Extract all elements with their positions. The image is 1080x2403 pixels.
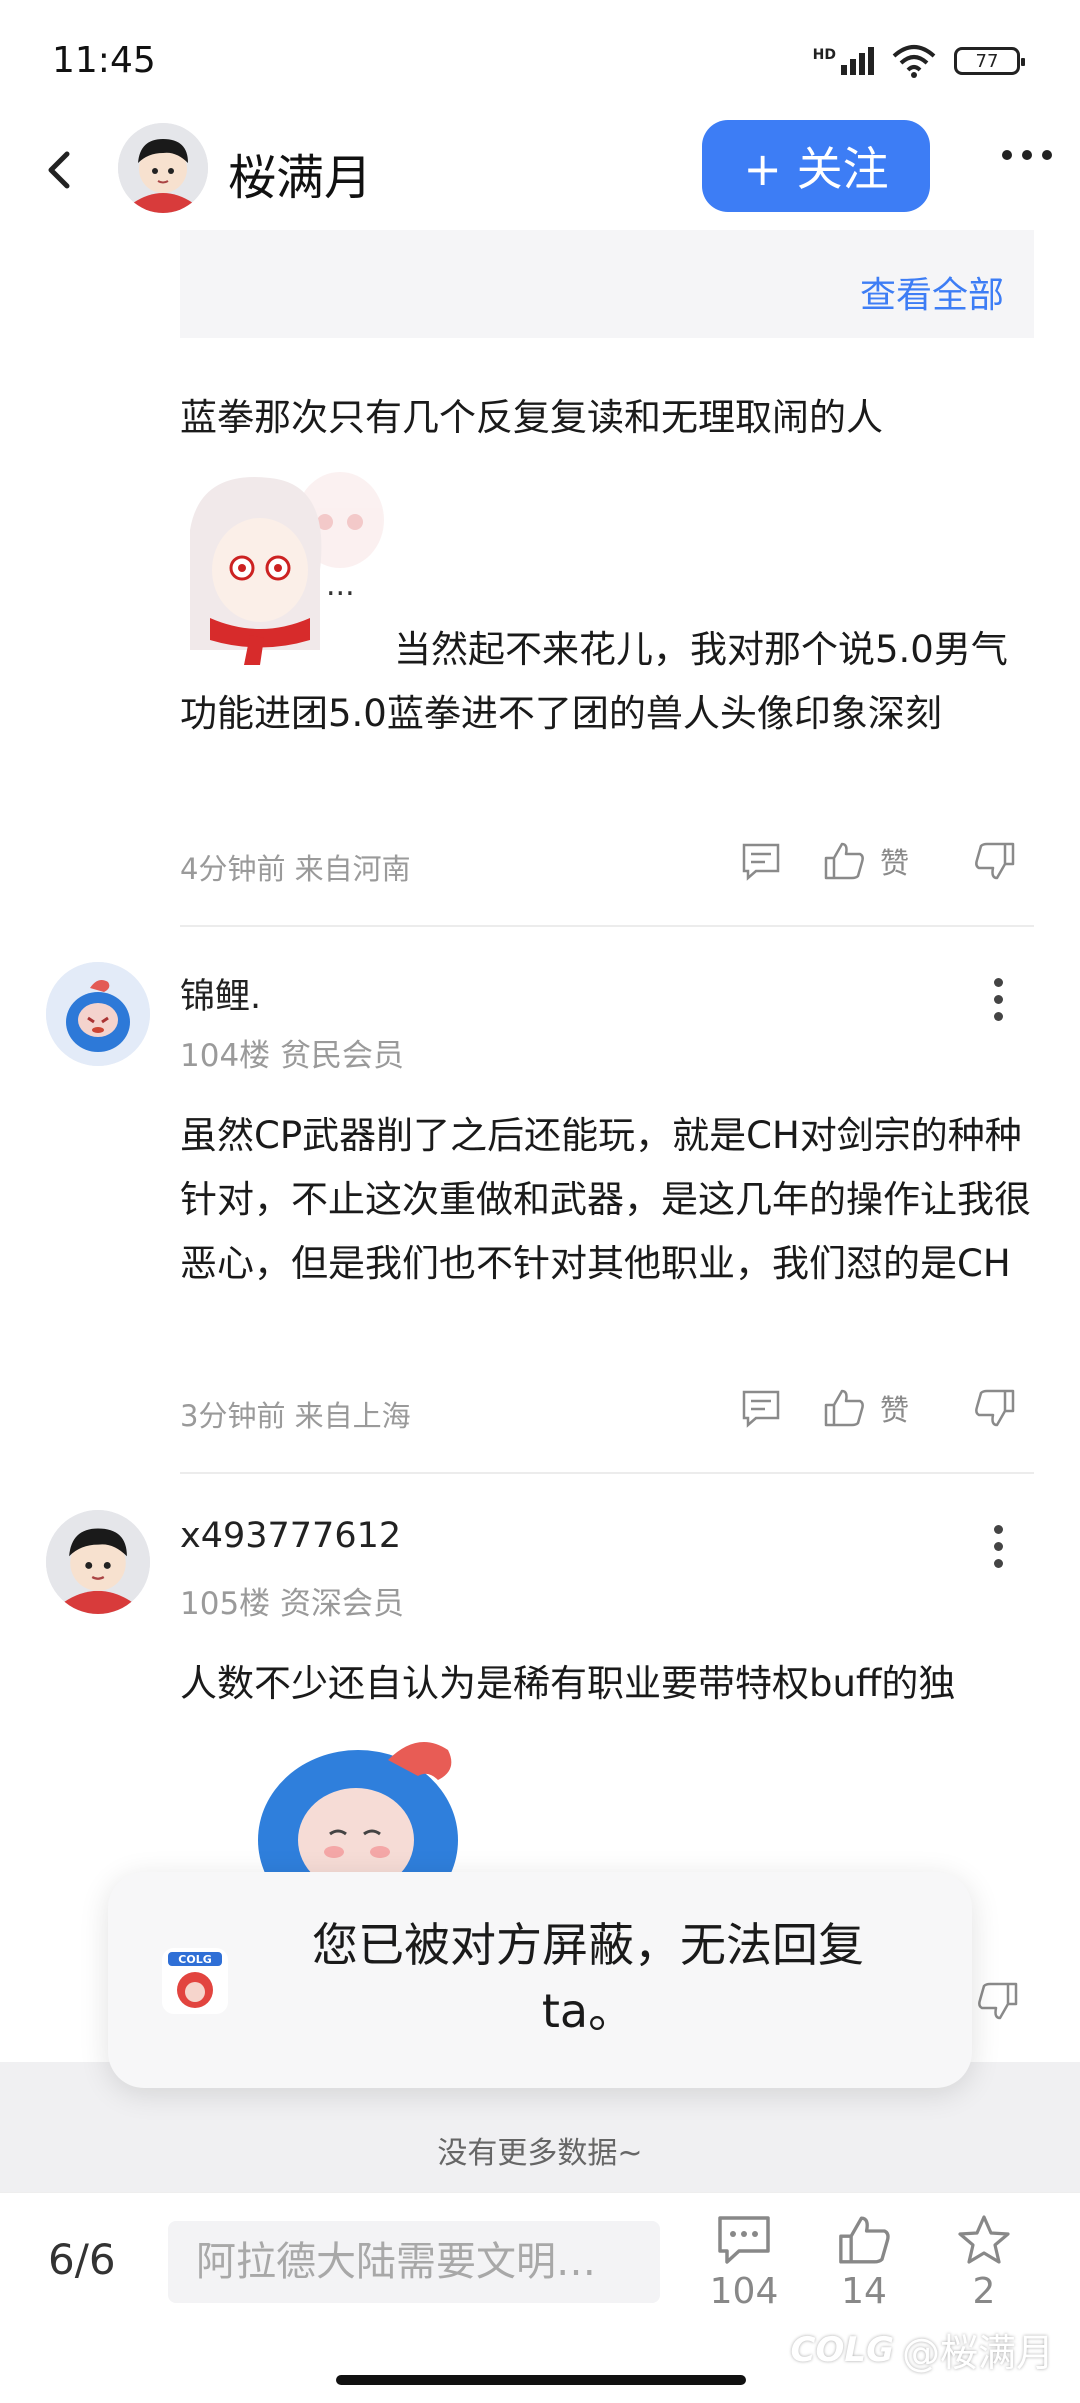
- watermark-brand: COLG: [790, 2329, 894, 2370]
- back-button[interactable]: [30, 140, 90, 200]
- reply-input[interactable]: 阿拉德大陆需要文明…: [168, 2221, 660, 2303]
- view-all-link[interactable]: 查看全部: [860, 266, 1004, 318]
- follow-button[interactable]: + 关注: [702, 120, 930, 212]
- app-icon: COLG: [162, 1948, 228, 2014]
- hd-label: HD: [812, 47, 836, 63]
- dot-icon: [994, 1525, 1003, 1534]
- more-menu-button[interactable]: [1002, 150, 1052, 160]
- like-post-button[interactable]: 14: [814, 2213, 914, 2312]
- status-time: 11:45: [52, 40, 156, 81]
- status-bar: 11:45 HD 77: [0, 0, 1080, 120]
- comments-count: 104: [709, 2271, 779, 2312]
- watermark: COLG @桜满月: [791, 2322, 1054, 2377]
- floor-info: 104楼 贫民会员: [180, 1038, 405, 1074]
- comments-button[interactable]: 104: [694, 2213, 794, 2312]
- divider: [180, 925, 1034, 927]
- avatar-mascot-icon: [46, 962, 150, 1066]
- thumbs-down-icon: [978, 1982, 1018, 2020]
- dislike-button[interactable]: [973, 840, 1017, 882]
- like-button[interactable]: 赞: [822, 840, 909, 882]
- signal-icon: HD: [813, 47, 874, 75]
- dislike-button[interactable]: [973, 1387, 1017, 1429]
- colg-app-icon: COLG: [162, 1948, 228, 2014]
- top-nav: 桜满月 + 关注: [0, 120, 1080, 220]
- sticker-mascot-icon: [258, 1742, 458, 1880]
- comment-actions: 赞: [740, 840, 1017, 882]
- thumbs-up-icon: [824, 1389, 864, 1427]
- like-label: 赞: [880, 846, 910, 880]
- chevron-left-icon: [48, 151, 70, 189]
- thumbs-up-icon: [824, 842, 864, 880]
- comment-body: 当然起不来花儿，我对那个说5.0男气功能进团5.0蓝拳进不了团的兽人头像印象深刻: [180, 628, 1008, 735]
- dot-icon: [994, 1542, 1003, 1551]
- thumbs-down-icon: [975, 1389, 1015, 1427]
- favorite-button[interactable]: 2: [934, 2213, 1034, 2312]
- svg-text:COLG: COLG: [178, 1953, 211, 1966]
- comment-meta: 3分钟前 来自上海: [180, 1399, 411, 1433]
- toast-message: 您已被对方屏蔽，无法回复ta。: [312, 1918, 864, 2038]
- divider: [180, 1472, 1034, 1474]
- comment-text-continued: 当然起不来花儿，我对那个说5.0男气功能进团5.0蓝拳进不了团的兽人头像印象深刻: [180, 618, 1040, 746]
- comment-icon: [742, 843, 780, 881]
- comment-text: 虽然CP武器削了之后还能玩，就是CH对剑宗的种种针对，不止这次重做和武器，是这几…: [180, 1114, 1031, 1285]
- comment-options-button[interactable]: [994, 978, 1003, 1021]
- comment-icon: [718, 2216, 770, 2264]
- no-more-data-text: 没有更多数据~: [437, 2136, 643, 2171]
- thumbs-down-icon: [975, 842, 1015, 880]
- quoted-replies-box: 查看全部: [180, 230, 1034, 338]
- comment-text: 人数不少还自认为是稀有职业要带特权buff的独: [180, 1662, 956, 1705]
- dislike-button[interactable]: [976, 1980, 1020, 2026]
- star-icon: [958, 2215, 1010, 2264]
- toast-notification: COLG 您已被对方屏蔽，无法回复ta。: [108, 1872, 972, 2088]
- dot-icon: [994, 995, 1003, 1004]
- comment-icon: [742, 1390, 780, 1428]
- comment-text: 蓝拳那次只有几个反复复读和无理取闹的人: [180, 396, 883, 439]
- status-icons: HD 77: [813, 44, 1025, 78]
- floor-info: 105楼 资深会员: [180, 1586, 405, 1622]
- dot-icon: [1002, 150, 1012, 160]
- thumbs-up-icon: [839, 2216, 890, 2264]
- dot-icon: [1022, 150, 1032, 160]
- dot-icon: [1042, 150, 1052, 160]
- reply-button[interactable]: [740, 841, 782, 881]
- wifi-icon: [892, 45, 936, 78]
- avatar-face-icon: [118, 123, 208, 213]
- battery-level: 77: [975, 50, 999, 72]
- dot-icon: [994, 1012, 1003, 1021]
- dot-icon: [994, 1559, 1003, 1568]
- reply-button[interactable]: [740, 1388, 782, 1428]
- like-button[interactable]: 赞: [822, 1387, 909, 1429]
- user-avatar[interactable]: [46, 962, 150, 1066]
- home-indicator[interactable]: [336, 2375, 746, 2385]
- comment-actions: 赞: [740, 1387, 1017, 1429]
- username[interactable]: 锦鲤.: [180, 968, 261, 1019]
- likes-count: 14: [841, 2271, 887, 2312]
- watermark-handle: @桜满月: [901, 2331, 1054, 2375]
- sticker-image: [258, 1730, 478, 1880]
- header-avatar[interactable]: [118, 123, 208, 213]
- sticker-ellipsis: ...: [326, 568, 355, 603]
- dot-icon: [994, 978, 1003, 987]
- favorites-count: 2: [972, 2271, 996, 2312]
- user-avatar[interactable]: [46, 1510, 150, 1614]
- comment-meta: 4分钟前 来自河南: [180, 852, 411, 886]
- page-indicator[interactable]: 6/6: [48, 2235, 116, 2284]
- username[interactable]: x493777612: [180, 1516, 401, 1556]
- like-label: 赞: [880, 1393, 910, 1427]
- avatar-face-icon: [46, 1510, 150, 1614]
- comment-options-button[interactable]: [994, 1525, 1003, 1568]
- battery-icon: 77: [954, 47, 1025, 75]
- page-title: 桜满月: [228, 150, 373, 206]
